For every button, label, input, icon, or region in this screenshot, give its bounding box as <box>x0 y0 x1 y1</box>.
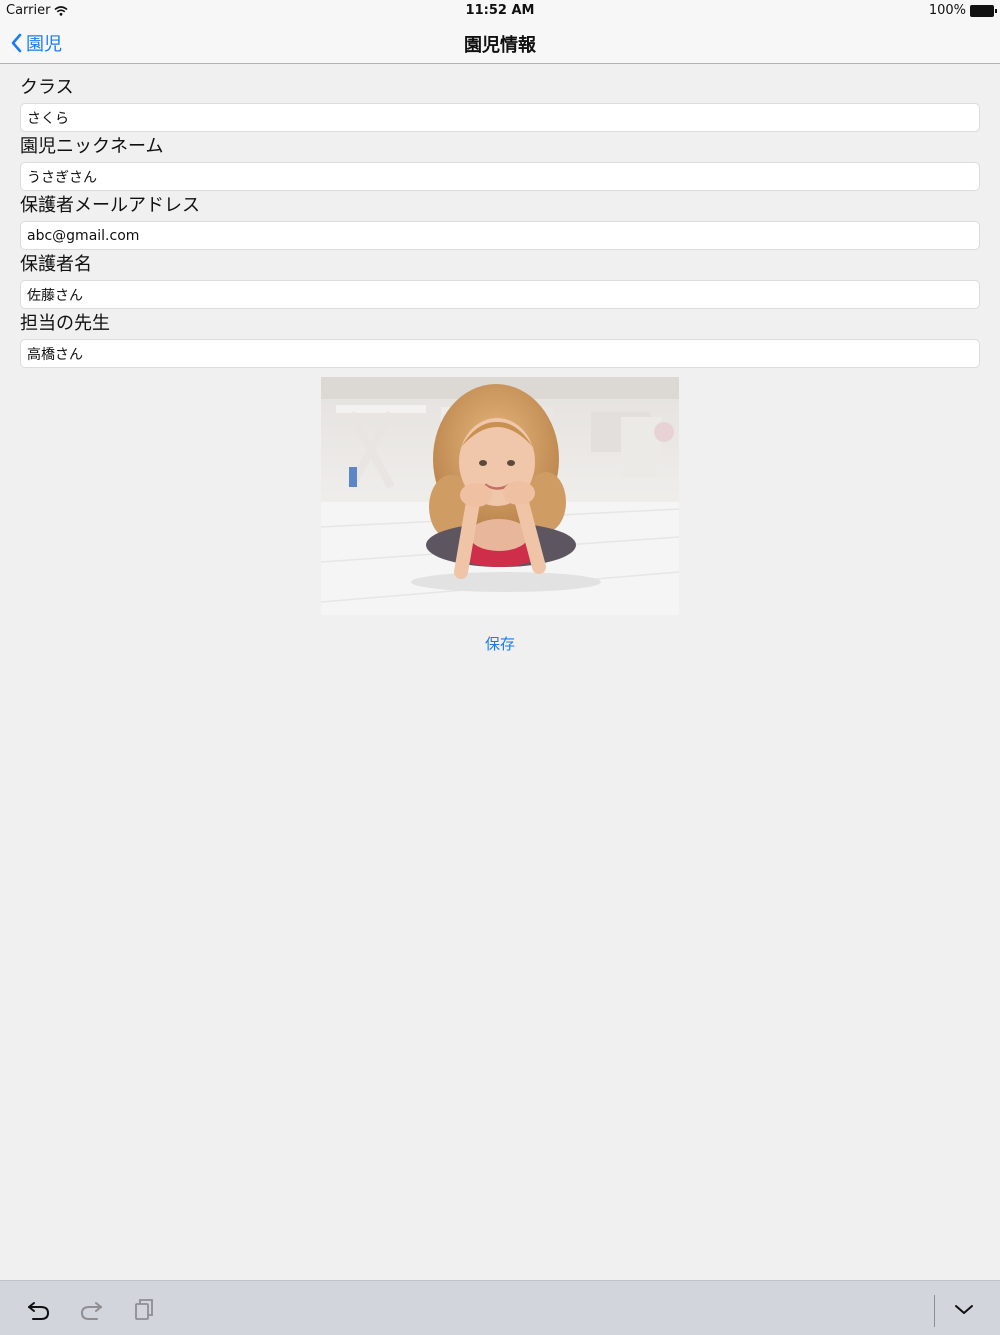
class-label: クラス <box>20 77 74 98</box>
guardian-email-input[interactable] <box>20 221 980 250</box>
status-bar: Carrier 11:52 AM 100% <box>0 0 1000 22</box>
guardian-name-label: 保護者名 <box>20 254 92 275</box>
save-button[interactable]: 保存 <box>0 633 1000 654</box>
nickname-input[interactable] <box>20 162 980 191</box>
battery-percentage: 100% <box>928 3 966 18</box>
battery-icon <box>970 4 997 17</box>
field-class: クラス <box>20 76 980 132</box>
chevron-down-icon[interactable] <box>951 1296 977 1322</box>
field-guardian-email: 保護者メールアドレス <box>20 194 980 250</box>
page-title: 園児情報 <box>464 35 536 56</box>
guardian-email-label: 保護者メールアドレス <box>20 195 200 216</box>
field-guardian-name: 保護者名 <box>20 253 980 309</box>
field-nickname: 園児ニックネーム <box>20 135 980 191</box>
status-time: 11:52 AM <box>465 3 535 18</box>
class-input[interactable] <box>20 103 980 132</box>
child-info-form: クラス 園児ニックネーム 保護者メールアドレス 保護者名 担当の先生 <box>20 76 980 371</box>
child-photo-image <box>321 377 679 615</box>
undo-icon[interactable] <box>26 1296 52 1322</box>
keyboard-bar-divider <box>934 1295 935 1327</box>
redo-icon[interactable] <box>78 1296 104 1322</box>
teacher-label: 担当の先生 <box>20 313 110 334</box>
teacher-input[interactable] <box>20 339 980 368</box>
status-battery: 100% <box>928 3 997 18</box>
guardian-name-input[interactable] <box>20 280 980 309</box>
navigation-bar: 園児 園児情報 <box>0 22 1000 64</box>
child-photo[interactable] <box>321 377 679 615</box>
paste-icon[interactable] <box>131 1296 157 1322</box>
keyboard-shortcut-bar <box>0 1280 1000 1335</box>
nickname-label: 園児ニックネーム <box>20 136 164 157</box>
field-teacher: 担当の先生 <box>20 312 980 368</box>
